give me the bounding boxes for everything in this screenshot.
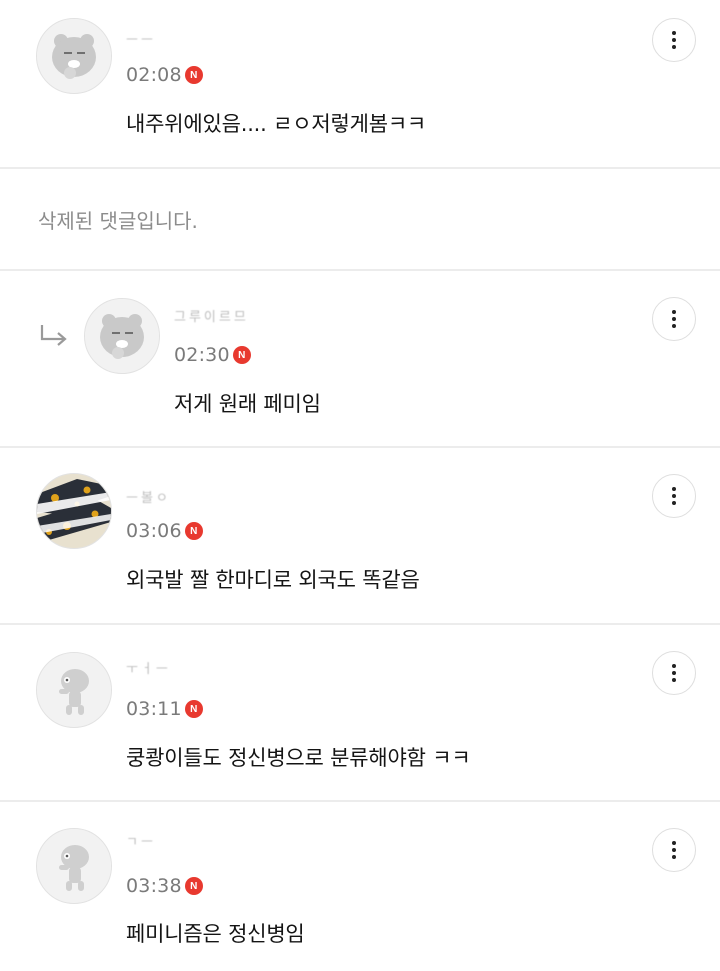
comment-time: 03:11 bbox=[126, 698, 182, 720]
comment-item: ㅡ볼ㅇ 03:06 N 외국발 짤 한마디로 외국도 똑같음 bbox=[0, 448, 720, 623]
more-vertical-icon bbox=[672, 310, 676, 328]
new-badge: N bbox=[184, 66, 203, 84]
comment-meta: 03:06 N bbox=[126, 518, 203, 544]
more-vertical-icon bbox=[672, 841, 676, 859]
reply-arrow-icon bbox=[40, 325, 67, 346]
ryan-character-icon bbox=[85, 299, 159, 373]
comment-text: 페미니즘은 정신병임 bbox=[126, 922, 305, 946]
comment-text: 저게 원래 페미임 bbox=[174, 392, 321, 416]
nickname-mask bbox=[190, 488, 240, 512]
nickname[interactable]: ㄱㅡ bbox=[126, 832, 156, 854]
comment-item: ㅡㅡ 02:08 N 내주위에있음.... ㄹㅇ저렇게봄ㅋㅋ bbox=[0, 0, 720, 168]
comment-item: ㄱㅡ 03:38 N 페미니즘은 정신병임 bbox=[0, 802, 720, 971]
more-options-button[interactable] bbox=[652, 828, 696, 872]
more-vertical-icon bbox=[672, 31, 676, 49]
nickname-mask bbox=[160, 30, 220, 54]
comment-text: 외국발 짤 한마디로 외국도 똑같음 bbox=[126, 568, 420, 592]
nickname-mask bbox=[240, 307, 320, 331]
avatar[interactable] bbox=[36, 473, 112, 549]
comment-time: 02:08 bbox=[126, 64, 182, 86]
comment-meta: 03:11 N bbox=[126, 696, 203, 722]
more-options-button[interactable] bbox=[652, 18, 696, 62]
more-vertical-icon bbox=[672, 664, 676, 682]
comment-time: 03:06 bbox=[126, 520, 182, 542]
avatar[interactable] bbox=[84, 298, 160, 374]
nickname[interactable]: ㅜㅓㅡ bbox=[126, 659, 171, 681]
more-options-button[interactable] bbox=[652, 474, 696, 518]
new-badge: N bbox=[184, 522, 203, 540]
avatar[interactable] bbox=[36, 828, 112, 904]
pattern-photo-avatar bbox=[37, 474, 111, 548]
comment-item: ㅜㅓㅡ 03:11 N 쿵쾅이들도 정신병으로 분류해야함 ㅋㅋ bbox=[0, 625, 720, 800]
more-options-button[interactable] bbox=[652, 651, 696, 695]
nickname-mask bbox=[180, 659, 240, 683]
comment-meta: 02:30 N bbox=[174, 342, 251, 368]
more-vertical-icon bbox=[672, 487, 676, 505]
default-character-icon bbox=[37, 829, 111, 903]
more-options-button[interactable] bbox=[652, 297, 696, 341]
deleted-comment-text: 삭제된 댓글입니다. bbox=[38, 209, 198, 233]
comment-time: 02:30 bbox=[174, 344, 230, 366]
reply-comment-item: 그루이르므 02:30 N 저게 원래 페미임 bbox=[0, 271, 720, 446]
comment-text: 내주위에있음.... ㄹㅇ저렇게봄ㅋㅋ bbox=[126, 112, 427, 136]
nickname-mask bbox=[165, 832, 225, 856]
comment-text: 쿵쾅이들도 정신병으로 분류해야함 ㅋㅋ bbox=[126, 746, 471, 770]
comment-meta: 03:38 N bbox=[126, 873, 203, 899]
ryan-character-icon bbox=[37, 19, 111, 93]
default-character-icon bbox=[37, 653, 111, 727]
avatar[interactable] bbox=[36, 18, 112, 94]
nickname[interactable]: ㅡ볼ㅇ bbox=[126, 488, 171, 510]
avatar[interactable] bbox=[36, 652, 112, 728]
comment-time: 03:38 bbox=[126, 875, 182, 897]
comment-meta: 02:08 N bbox=[126, 62, 203, 88]
new-badge: N bbox=[232, 346, 251, 364]
nickname[interactable]: ㅡㅡ bbox=[126, 30, 156, 52]
nickname[interactable]: 그루이르므 bbox=[174, 307, 249, 329]
new-badge: N bbox=[184, 700, 203, 718]
new-badge: N bbox=[184, 877, 203, 895]
deleted-comment: 삭제된 댓글입니다. bbox=[0, 169, 720, 269]
